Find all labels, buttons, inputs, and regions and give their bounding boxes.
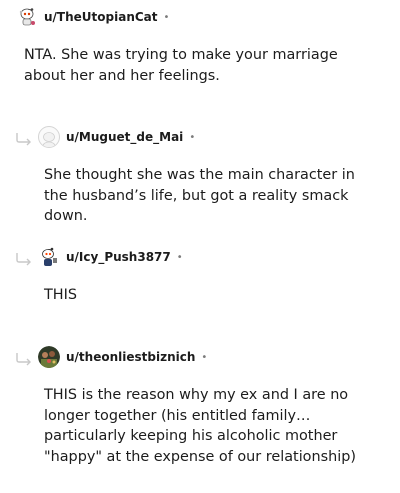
comment-header: u/Muguet_de_Mai •: [38, 126, 195, 148]
reply-arrow-icon: [15, 251, 33, 266]
default-avatar-icon[interactable]: [38, 126, 60, 148]
comment-body: NTA. She was trying to make your marriag…: [24, 47, 338, 84]
username-link[interactable]: u/Icy_Push3877: [66, 250, 171, 264]
photo-avatar-icon[interactable]: [38, 346, 60, 368]
reply-arrow-icon: [15, 131, 33, 146]
meta-separator: •: [163, 11, 170, 23]
comment-body: THIS is the reason why my ex and I are n…: [44, 387, 356, 466]
comment: u/TheUtopianCat • NTA. She was trying to…: [0, 0, 400, 110]
meta-separator: •: [176, 251, 183, 263]
username-link[interactable]: u/Muguet_de_Mai: [66, 130, 183, 144]
comment-body: She thought she was the main character i…: [44, 167, 355, 225]
snoo-avatar-icon[interactable]: [38, 246, 60, 268]
snoo-avatar-icon[interactable]: [16, 6, 38, 28]
comment-header: u/Icy_Push3877 •: [38, 246, 183, 268]
comment-header: u/TheUtopianCat •: [16, 6, 169, 28]
reply-arrow-icon: [15, 351, 33, 366]
comment-reply: u/Muguet_de_Mai • She thought she was th…: [0, 120, 400, 230]
username-link[interactable]: u/TheUtopianCat: [44, 10, 158, 24]
meta-separator: •: [201, 351, 208, 363]
comment-header: u/theonliestbiznich •: [38, 346, 207, 368]
username-link[interactable]: u/theonliestbiznich: [66, 350, 195, 364]
comment-reply: u/theonliestbiznich • THIS is the reason…: [0, 340, 400, 493]
comment-reply: u/Icy_Push3877 • THIS: [0, 240, 400, 320]
meta-separator: •: [189, 131, 196, 143]
comment-body: THIS: [44, 287, 77, 303]
